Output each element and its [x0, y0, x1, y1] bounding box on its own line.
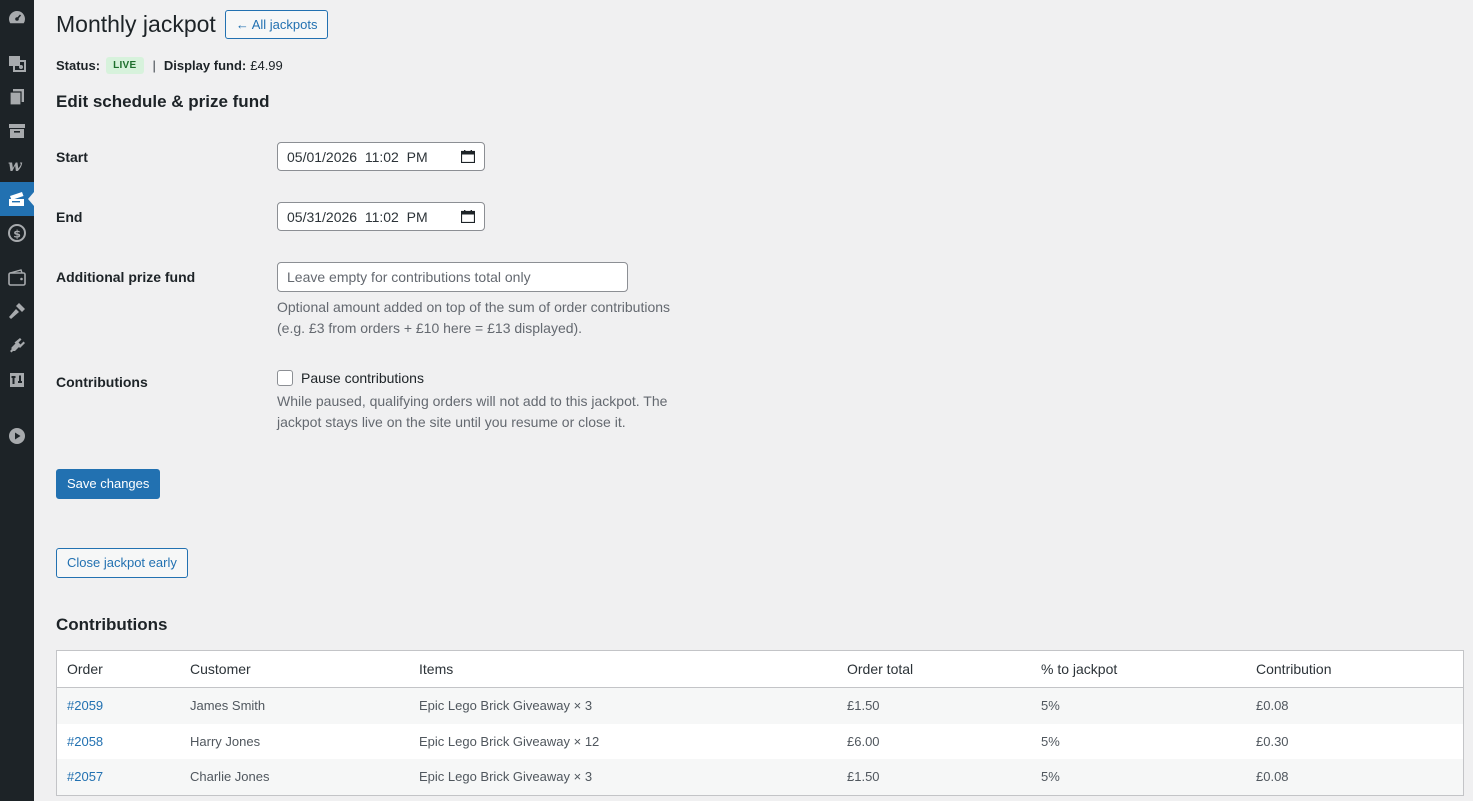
page-title: Monthly jackpot	[56, 11, 216, 37]
order-total-cell: £1.50	[847, 769, 880, 785]
table-row: #2059 James Smith Epic Lego Brick Giveaw…	[57, 688, 1463, 724]
start-label: Start	[56, 149, 88, 165]
tools-icon[interactable]	[0, 294, 34, 328]
items-cell: Epic Lego Brick Giveaway × 3	[419, 698, 593, 714]
display-fund-value: £4.99	[250, 58, 283, 73]
percent-cell: 5%	[1041, 698, 1060, 714]
pause-description: While paused, qualifying orders will not…	[277, 391, 697, 432]
order-link[interactable]: #2058	[67, 734, 103, 749]
status-separator: |	[152, 58, 156, 73]
all-jackpots-button[interactable]: ← All jackpots	[224, 10, 329, 39]
status-badge: LIVE	[106, 57, 144, 74]
display-fund-label: Display fund:	[163, 58, 247, 73]
play-icon[interactable]	[0, 419, 34, 453]
percent-cell: 5%	[1041, 733, 1060, 749]
pause-contributions-label[interactable]: Pause contributions	[301, 370, 424, 386]
status-label: Status:	[56, 58, 101, 73]
end-datetime-input[interactable]: 05/31/2026 11:02 PM	[277, 202, 485, 231]
pages-icon[interactable]	[0, 80, 34, 114]
plugins-icon[interactable]	[0, 329, 34, 363]
dollar-icon[interactable]: $	[0, 216, 34, 250]
pause-contributions-checkbox[interactable]	[277, 370, 293, 386]
calendar-icon[interactable]	[461, 210, 475, 223]
prize-desc-line-2: (e.g. £3 from orders + £10 here = £13 di…	[277, 319, 583, 336]
prize-desc-line-1: Optional amount added on top of the sum …	[277, 299, 671, 315]
column-header-percent: % to jackpot	[1041, 661, 1118, 677]
prize-fund-input[interactable]	[277, 262, 628, 292]
contribution-cell: £0.30	[1256, 733, 1289, 749]
contributions-heading: Contributions	[56, 615, 168, 634]
pause-desc-line-2: jackpot stays live on the site until you…	[277, 413, 626, 430]
start-datetime-value: 05/01/2026 11:02 PM	[287, 148, 428, 165]
items-cell: Epic Lego Brick Giveaway × 12	[419, 733, 600, 749]
save-changes-button[interactable]: Save changes	[56, 469, 161, 499]
title-row: Monthly jackpot ← All jackpots	[56, 10, 329, 39]
percent-cell: 5%	[1041, 769, 1060, 785]
prize-fund-label: Additional prize fund	[56, 269, 196, 285]
order-link[interactable]: #2057	[67, 769, 103, 784]
column-header-contribution: Contribution	[1256, 661, 1332, 677]
wallet-icon[interactable]	[0, 261, 34, 295]
column-header-customer: Customer	[190, 661, 251, 677]
column-header-order: Order	[67, 661, 103, 677]
close-jackpot-early-button[interactable]: Close jackpot early	[56, 548, 188, 578]
table-row: #2058 Harry Jones Epic Lego Brick Giveaw…	[57, 724, 1463, 760]
svg-text:$: $	[13, 228, 21, 241]
admin-sidebar: w $	[0, 0, 34, 801]
archive-icon[interactable]	[0, 114, 34, 148]
order-total-cell: £1.50	[847, 698, 880, 714]
prize-fund-description: Optional amount added on top of the sum …	[277, 297, 697, 338]
woo-icon[interactable]: w	[0, 148, 34, 182]
status-line: Status: LIVE | Display fund: £4.99	[56, 57, 283, 74]
contributions-label: Contributions	[56, 374, 148, 390]
customer-cell: Charlie Jones	[190, 769, 270, 785]
contribution-cell: £0.08	[1256, 698, 1289, 714]
table-header: Order Customer Items Order total % to ja…	[57, 651, 1463, 688]
order-total-cell: £6.00	[847, 733, 880, 749]
settings-icon[interactable]	[0, 363, 34, 397]
contributions-table: Order Customer Items Order total % to ja…	[56, 650, 1464, 796]
column-header-items: Items	[419, 661, 454, 677]
calendar-icon[interactable]	[461, 150, 475, 163]
end-label: End	[56, 209, 83, 225]
customer-cell: James Smith	[190, 698, 266, 714]
column-header-order-total: Order total	[847, 661, 914, 677]
start-datetime-input[interactable]: 05/01/2026 11:02 PM	[277, 142, 485, 171]
order-link[interactable]: #2059	[67, 698, 103, 713]
dashboard-icon[interactable]	[0, 1, 34, 35]
schedule-heading: Edit schedule & prize fund	[56, 92, 270, 111]
table-row: #2057 Charlie Jones Epic Lego Brick Give…	[57, 759, 1463, 795]
pause-contributions-row: Pause contributions	[277, 370, 697, 386]
svg-text:w: w	[8, 156, 23, 175]
contribution-cell: £0.08	[1256, 769, 1289, 785]
pause-desc-line-1: While paused, qualifying orders will not…	[277, 393, 668, 409]
customer-cell: Harry Jones	[190, 733, 261, 749]
media-icon[interactable]	[0, 46, 34, 80]
tickets-icon[interactable]	[0, 182, 34, 216]
end-datetime-value: 05/31/2026 11:02 PM	[287, 208, 428, 225]
items-cell: Epic Lego Brick Giveaway × 3	[419, 769, 593, 785]
